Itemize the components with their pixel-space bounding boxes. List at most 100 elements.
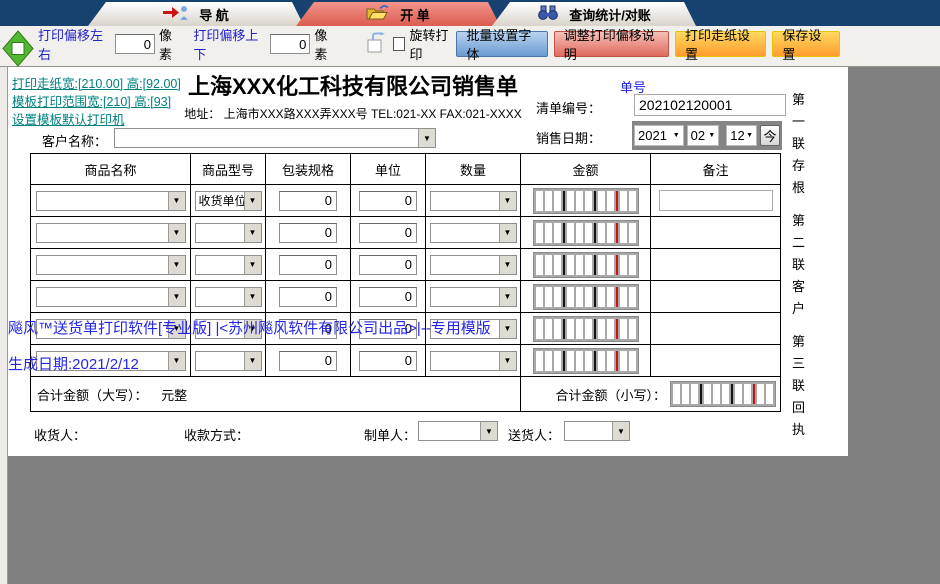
chevron-down-icon[interactable]: ▼ — [612, 422, 629, 440]
qty-select[interactable]: ▼ — [430, 319, 517, 339]
table-footer-row: 合计金额（大写）： 元整 合计金额（小写）： — [31, 377, 781, 412]
total-digit-grid — [670, 381, 776, 407]
today-button[interactable]: 今 — [760, 125, 780, 146]
default-printer-link[interactable]: 设置模板默认打印机 — [12, 109, 125, 128]
year-select[interactable]: 2021▼ — [634, 125, 684, 146]
maker-select[interactable]: ▼ — [418, 421, 498, 441]
model-select[interactable]: ▼ — [195, 255, 262, 275]
chevron-down-icon[interactable]: ▼ — [244, 224, 261, 242]
paper-feed-button[interactable]: 打印走纸设置 — [675, 31, 766, 57]
chevron-down-icon[interactable]: ▼ — [168, 288, 185, 306]
model-select[interactable]: ▼ — [195, 223, 262, 243]
model-select[interactable]: ▼ — [195, 287, 262, 307]
model-select[interactable]: 收货单位1▼ — [195, 191, 262, 211]
unit-input[interactable] — [359, 191, 417, 211]
chevron-down-icon[interactable]: ▼ — [168, 192, 185, 210]
tab-navigation[interactable]: 导 航 — [88, 2, 304, 26]
model-select[interactable]: ▼ — [195, 319, 262, 339]
chevron-down-icon[interactable]: ▼ — [499, 256, 516, 274]
spec-input[interactable] — [279, 191, 337, 211]
table-header-row: 商品名称 商品型号 包装规格 单位 数量 金额 备注 — [31, 154, 781, 185]
maker-label: 制单人： — [364, 425, 416, 444]
binoculars-icon — [537, 5, 559, 23]
spec-input[interactable] — [279, 255, 337, 275]
chevron-down-icon[interactable]: ▼ — [499, 352, 516, 370]
amount-digit-grid — [533, 348, 639, 374]
chevron-down-icon[interactable]: ▼ — [499, 224, 516, 242]
qty-select[interactable]: ▼ — [430, 191, 517, 211]
qty-select[interactable]: ▼ — [430, 287, 517, 307]
unit-input[interactable] — [359, 319, 417, 339]
product-select[interactable]: ▼ — [36, 351, 186, 371]
unit-input[interactable] — [359, 287, 417, 307]
col-header: 金额 — [521, 154, 651, 185]
tab-billing[interactable]: 开 单 — [296, 2, 500, 26]
chevron-down-icon[interactable]: ▼ — [244, 352, 261, 370]
save-settings-button[interactable]: 保存设置 — [772, 31, 840, 57]
adjust-offset-help-button[interactable]: 调整打印偏移说明 — [554, 31, 669, 57]
chevron-down-icon[interactable]: ▼ — [168, 320, 185, 338]
batch-font-button[interactable]: 批量设置字体 — [456, 31, 547, 57]
customer-select[interactable]: ▼ — [114, 128, 436, 148]
chevron-down-icon[interactable]: ▼ — [480, 422, 497, 440]
tab-query-stats[interactable]: 查询统计/对账 — [492, 2, 696, 26]
product-select[interactable]: ▼ — [36, 223, 186, 243]
offset-tb-label: 打印偏移上下 — [193, 25, 266, 63]
day-select[interactable]: 12▼ — [726, 125, 757, 146]
deliverer-label: 送货人： — [508, 425, 560, 444]
unit-input[interactable] — [359, 223, 417, 243]
chevron-down-icon[interactable]: ▼ — [168, 224, 185, 242]
payment-label: 收款方式： — [184, 425, 249, 444]
page-title: 上海XXX化工科技有限公司销售单 — [153, 69, 553, 101]
qty-select[interactable]: ▼ — [430, 351, 517, 371]
product-select[interactable]: ▼ — [36, 191, 186, 211]
rotate-print-icon — [365, 32, 387, 56]
col-header: 商品型号 — [191, 154, 266, 185]
unit-input[interactable] — [359, 351, 417, 371]
table-row: ▼ ▼ ▼ — [31, 249, 781, 281]
sales-form-page: 打印走纸宽:[210.00] 高:[92.00] 模板打印范围宽:[210] 高… — [8, 67, 848, 456]
spec-input[interactable] — [279, 223, 337, 243]
copy-3: 第三联 回执 — [792, 331, 810, 441]
spec-input[interactable] — [279, 287, 337, 307]
chevron-down-icon[interactable]: ▼ — [168, 256, 185, 274]
chevron-down-icon[interactable]: ▼ — [499, 192, 516, 210]
unit-input[interactable] — [359, 255, 417, 275]
spec-input[interactable] — [279, 319, 337, 339]
spec-input[interactable] — [279, 351, 337, 371]
offset-lr-input[interactable] — [115, 34, 155, 54]
list-no-input[interactable] — [634, 94, 786, 116]
month-select[interactable]: 02▼ — [687, 125, 720, 146]
col-header: 数量 — [426, 154, 521, 185]
sale-date-label: 销售日期： — [536, 128, 601, 147]
deliverer-select[interactable]: ▼ — [564, 421, 630, 441]
qty-select[interactable]: ▼ — [430, 255, 517, 275]
col-header: 备注 — [651, 154, 781, 185]
amount-digit-grid — [533, 284, 639, 310]
chevron-down-icon[interactable]: ▼ — [244, 320, 261, 338]
table-row: ▼ ▼ ▼ — [31, 281, 781, 313]
diamond-nav-icon[interactable] — [2, 30, 34, 72]
col-header: 单位 — [351, 154, 426, 185]
open-folder-icon — [366, 5, 390, 24]
rotate-print-checkbox[interactable] — [393, 37, 406, 51]
chevron-down-icon[interactable]: ▼ — [499, 288, 516, 306]
chevron-down-icon[interactable]: ▼ — [168, 352, 185, 370]
chevron-down-icon[interactable]: ▼ — [244, 192, 261, 210]
table-row: ▼ 收货单位1▼ ▼ — [31, 185, 781, 217]
chevron-down-icon[interactable]: ▼ — [418, 129, 435, 147]
chevron-down-icon[interactable]: ▼ — [244, 256, 261, 274]
product-select[interactable]: ▼ — [36, 255, 186, 275]
chevron-down-icon[interactable]: ▼ — [244, 288, 261, 306]
note-input[interactable] — [659, 190, 773, 211]
qty-select[interactable]: ▼ — [430, 223, 517, 243]
product-select[interactable]: ▼ — [36, 287, 186, 307]
chevron-down-icon: ▼ — [746, 132, 753, 139]
chevron-down-icon[interactable]: ▼ — [499, 320, 516, 338]
product-select[interactable]: ▼ — [36, 319, 186, 339]
chevron-down-icon: ▼ — [673, 132, 680, 139]
model-select[interactable]: ▼ — [195, 351, 262, 371]
tab-strip: 导 航 开 单 查询统计/对账 — [0, 0, 940, 26]
company-address: 地址： 上海市XXX路XXX弄XXX号 TEL:021-XX FAX:021-X… — [148, 105, 558, 122]
offset-tb-input[interactable] — [270, 34, 310, 54]
